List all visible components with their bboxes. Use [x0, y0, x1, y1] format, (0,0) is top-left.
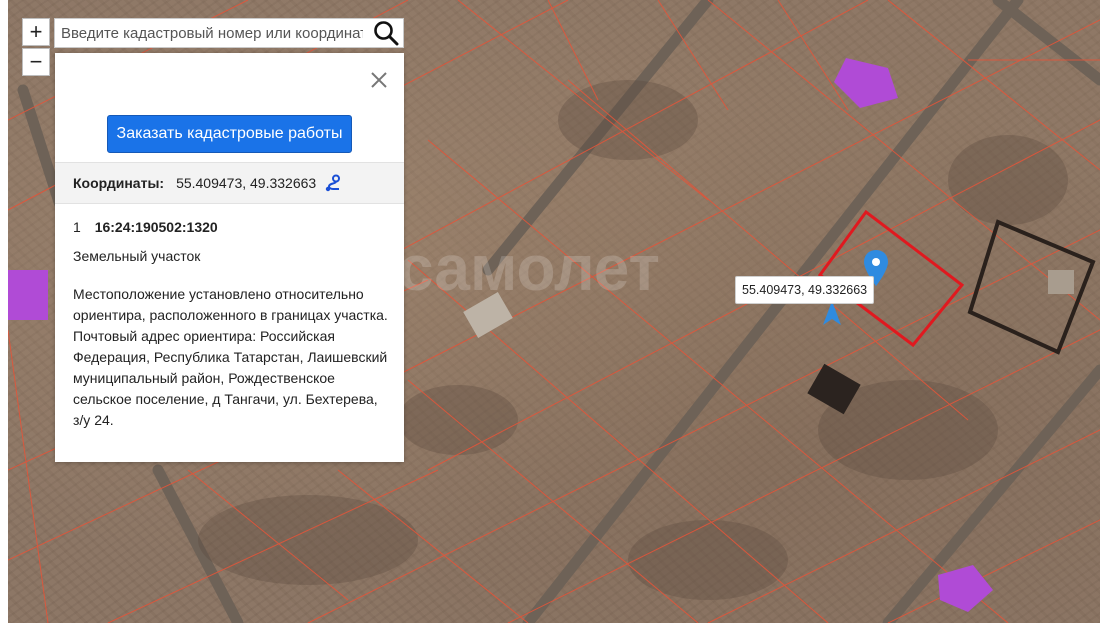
- parcel-number: 1: [73, 219, 81, 235]
- search-icon[interactable]: [369, 19, 403, 47]
- close-icon[interactable]: [370, 71, 388, 89]
- route-icon[interactable]: [324, 174, 342, 192]
- cadastral-number[interactable]: 16:24:190502:1320: [95, 219, 218, 235]
- parcel-description: Местоположение установлено относительно …: [73, 286, 388, 428]
- left-margin: [0, 0, 8, 623]
- coordinates-value: 55.409473, 49.332663: [176, 175, 317, 191]
- tooltip-text: 55.409473, 49.332663: [742, 283, 868, 297]
- zoom-in-button[interactable]: +: [22, 18, 50, 46]
- coordinates-tooltip: 55.409473, 49.332663: [735, 276, 875, 304]
- parcel-header: 1 16:24:190502:1320: [73, 219, 218, 235]
- fenced-lot: [967, 219, 1096, 355]
- zoom-out-label: −: [29, 49, 43, 74]
- search-bar: [54, 18, 404, 48]
- coordinates-row: Координаты: 55.409473, 49.332663: [55, 162, 404, 204]
- order-cadastral-works-button[interactable]: Заказать кадастровые работы: [107, 115, 352, 153]
- zoom-in-label: +: [29, 19, 43, 44]
- search-input[interactable]: [55, 20, 369, 46]
- parcel-type: Земельный участок: [73, 248, 201, 264]
- map-watermark: самолет: [398, 232, 660, 304]
- coordinates-label: Координаты:: [73, 175, 165, 191]
- zoom-out-button[interactable]: −: [22, 48, 50, 76]
- parcel-info-panel: Заказать кадастровые работы Координаты: …: [55, 53, 404, 462]
